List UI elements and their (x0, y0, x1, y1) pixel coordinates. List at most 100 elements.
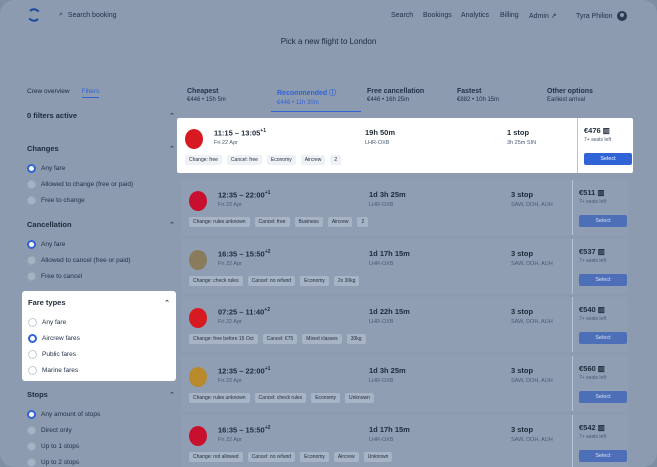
price-box: €537 ▥ 7+ seats left Select (572, 239, 628, 294)
fare-tags: Change: not allowed Cancel: no refund Econ… (189, 452, 393, 462)
radio-any-fare-types[interactable]: Any fare (28, 318, 170, 327)
flight-date: Fri 22 Apr (214, 140, 238, 146)
radio-any-fare-changes[interactable]: Any fare (27, 164, 175, 173)
radio-icon (27, 196, 36, 205)
sort-free-cancellation[interactable]: Free cancellation €446 • 16h 25m (361, 88, 451, 112)
airline-logo-icon (189, 250, 207, 270)
changes-header[interactable]: Changes ⌃ (27, 144, 175, 153)
radio-up-to-1-stops[interactable]: Up to 1 stops (27, 442, 175, 451)
radio-aircrew-fares[interactable]: Aircrew fares (28, 334, 170, 343)
flight-stops: 1 stop (507, 128, 530, 137)
flight-result[interactable]: 07:25 – 11:40+2 Fri 22 Apr 1d 22h 15m LH… (181, 297, 628, 352)
flight-date: Fri 22 Apr (218, 378, 242, 384)
radio-any-stops[interactable]: Any amount of stops (27, 410, 175, 419)
fare-tag: Aircrew (300, 155, 326, 165)
sort-cheapest[interactable]: Cheapest €446 • 15h 5m (181, 88, 271, 112)
fare-tag: Cancel: free (254, 217, 290, 227)
flight-time: 16:35 – 15:50+2 (218, 425, 271, 435)
flight-result[interactable]: 16:35 – 15:50+2 Fri 22 Apr 1d 17h 15m LH… (181, 415, 628, 467)
nav-search[interactable]: Search (391, 12, 413, 19)
sort-other-options[interactable]: Other options Earliest arrival (541, 88, 631, 112)
search-input[interactable]: Search booking (68, 12, 117, 19)
flight-result[interactable]: 12:35 – 22:00+1 Fri 22 Apr 1d 3h 25m LHR… (181, 180, 628, 235)
flight-route: LHR-OXB (369, 319, 394, 325)
radio-any-fare-cancel[interactable]: Any fare (27, 240, 175, 249)
flight-duration: 1d 3h 25m (369, 366, 406, 375)
filters-active-header[interactable]: 0 filters active ⌃ (27, 111, 175, 120)
app-logo-icon[interactable] (26, 8, 42, 22)
flight-duration: 1d 3h 25m (369, 190, 406, 199)
radio-allowed-change[interactable]: Allowed to change (free or paid) (27, 180, 175, 189)
nav-analytics[interactable]: Analytics (461, 12, 489, 19)
select-button[interactable]: Select (579, 274, 627, 286)
seats-left: 7+ seats left (579, 316, 607, 322)
airline-logo-icon (189, 426, 207, 446)
flight-route: LHR-OXB (369, 261, 394, 267)
radio-public-fares[interactable]: Public fares (28, 350, 170, 359)
app-window: ⌕ Search booking Search Bookings Analytic… (0, 0, 657, 467)
price: €540 ▥ (579, 305, 605, 314)
tab-filters[interactable]: Filters (81, 88, 100, 98)
radio-up-to-2-stops[interactable]: Up to 2 stops (27, 458, 175, 467)
fare-tag: Cancel: no refund (247, 276, 296, 286)
flight-time: 16:35 – 15:50+2 (218, 249, 271, 259)
flight-result[interactable]: 16:35 – 15:50+2 Fri 22 Apr 1d 17h 15m LH… (181, 239, 628, 294)
select-button[interactable]: Select (579, 215, 627, 227)
nav-admin[interactable]: Admin ↗ (529, 12, 557, 20)
fare-tags: Change: check rules Cancel: no refund Econ… (189, 276, 360, 286)
flight-stops: 3 stop (511, 190, 534, 199)
flight-route: LHR-OXB (369, 202, 394, 208)
top-navigation: ⌕ Search booking Search Bookings Analytic… (0, 0, 657, 30)
radio-direct-only[interactable]: Direct only (27, 426, 175, 435)
nav-billing[interactable]: Billing (500, 12, 519, 19)
fare-tag: Aircrew (333, 452, 359, 462)
user-name: Tyra Philion (576, 12, 613, 20)
sort-recommended[interactable]: Recommended ⓘ €446 • 11h 30m (271, 88, 361, 112)
fare-tag: Economy (300, 276, 329, 286)
tab-crew-overview[interactable]: Crew overview (27, 88, 70, 98)
flight-duration: 19h 50m (365, 128, 396, 137)
flight-time: 11:15 – 13:05+1 (214, 128, 266, 138)
price-box: €540 ▥ 7+ seats left Select (572, 297, 628, 352)
flight-stops: 3 stop (511, 425, 534, 434)
chevron-up-icon: ⌃ (164, 299, 170, 307)
fare-tag: Change: check rules (189, 276, 243, 286)
select-button[interactable]: Select (584, 153, 632, 165)
flight-result[interactable]: 12:35 – 22:00+1 Fri 22 Apr 1d 3h 25m LHR… (181, 356, 628, 411)
chevron-up-icon: ⌃ (169, 112, 175, 120)
radio-free-change[interactable]: Free to change (27, 196, 175, 205)
select-button[interactable]: Select (579, 332, 627, 344)
stops-section: Stops ⌃ Any amount of stops Direct only U… (27, 390, 175, 467)
fare-tag: Mixed classes (302, 334, 342, 344)
booking-search[interactable]: ⌕ Search booking (59, 11, 117, 19)
flight-date: Fri 22 Apr (218, 202, 242, 208)
nav-bookings[interactable]: Bookings (423, 12, 452, 19)
fare-types-header[interactable]: Fare types ⌃ (28, 298, 170, 307)
radio-free-cancel[interactable]: Free to cancel (27, 272, 175, 281)
airline-logo-icon (189, 191, 207, 211)
chart-icon: ▥ (602, 126, 610, 135)
select-button[interactable]: Select (579, 391, 627, 403)
flight-duration: 1d 22h 15m (369, 307, 410, 316)
cancellation-header[interactable]: Cancellation ⌃ (27, 220, 175, 229)
radio-allowed-cancel[interactable]: Allowed to cancel (free or paid) (27, 256, 175, 265)
sort-tabs: Cheapest €446 • 15h 5m Recommended ⓘ €446 … (181, 88, 632, 112)
seats-left: 7+ seats left (579, 258, 607, 264)
fare-tag: Cancel: check rules (254, 393, 307, 403)
radio-marine-fares[interactable]: Marine fares (28, 366, 170, 375)
stops-header[interactable]: Stops ⌃ (27, 390, 175, 399)
flight-duration: 1d 17h 15m (369, 425, 410, 434)
fare-tag: Change: free before 15 Oct (189, 334, 258, 344)
fare-tag: 2x 30kg (333, 276, 360, 286)
fare-tag: 2 (357, 217, 369, 227)
filter-panel: Crew overview Filters 0 filters active ⌃ (27, 88, 175, 131)
left-tabs: Crew overview Filters (27, 88, 175, 98)
fare-tag: Cancel: free (226, 155, 262, 165)
fare-tag: 2 (330, 155, 342, 165)
flight-result[interactable]: 11:15 – 13:05+1 Fri 22 Apr 19h 50m LHR-O… (177, 118, 633, 173)
price: €560 ▥ (579, 364, 605, 373)
sort-fastest[interactable]: Fastest €882 • 10h 15m (451, 88, 541, 112)
select-button[interactable]: Select (579, 450, 627, 462)
user-menu[interactable]: Tyra Philion (576, 11, 627, 21)
search-icon: ⌕ (59, 11, 63, 18)
